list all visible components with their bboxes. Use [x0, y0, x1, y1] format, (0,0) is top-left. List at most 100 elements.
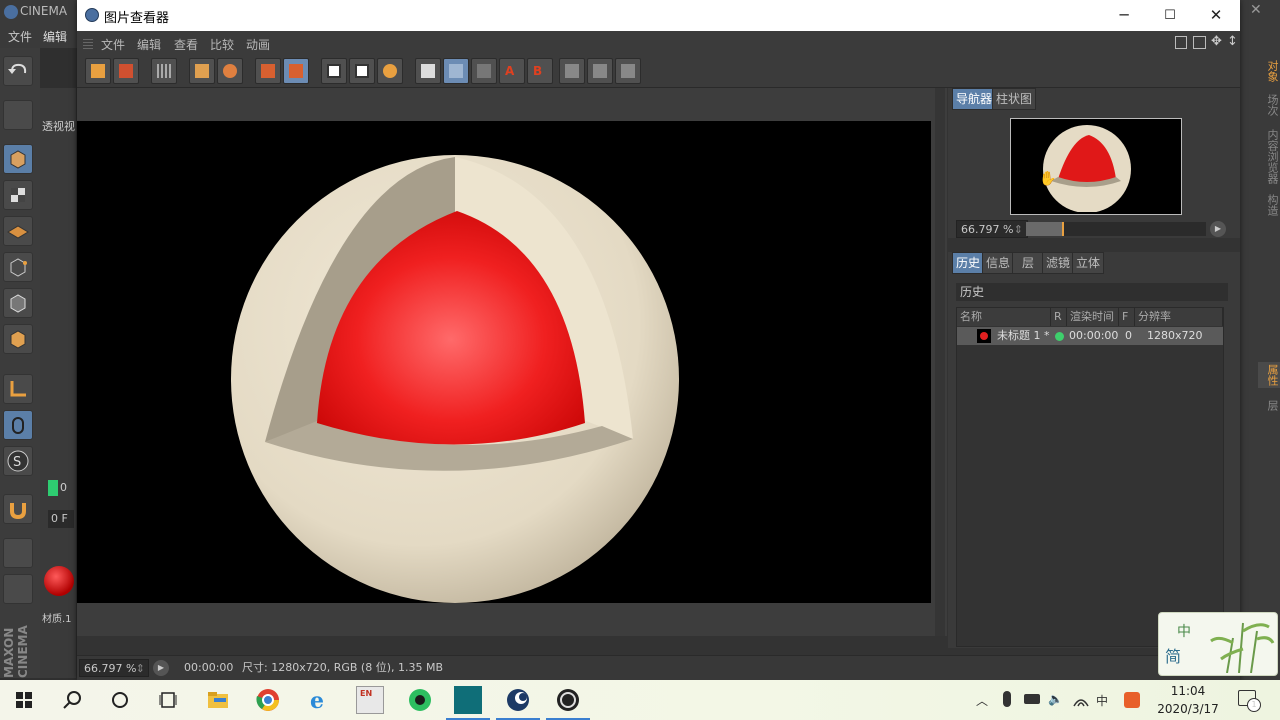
obs-icon[interactable] — [554, 686, 582, 714]
compare-text-icon[interactable] — [471, 58, 497, 84]
ime-widget[interactable]: 中 简 — [1158, 612, 1278, 676]
diff-ab-icon[interactable] — [587, 58, 613, 84]
display-a-icon[interactable] — [321, 58, 347, 84]
display-user-icon[interactable] — [377, 58, 403, 84]
search-icon[interactable] — [58, 686, 86, 714]
move-tool-icon[interactable] — [3, 100, 33, 130]
paste-icon[interactable] — [283, 58, 309, 84]
navigator-zoom-slider[interactable] — [1026, 222, 1206, 236]
col-render-time[interactable]: 渲染时间 — [1067, 308, 1119, 326]
material-preview[interactable] — [44, 566, 74, 596]
frame-field[interactable]: 0 F — [48, 510, 74, 528]
battery-icon[interactable] — [1024, 694, 1040, 704]
tab-history[interactable]: 历史 — [952, 252, 985, 274]
save-icon[interactable] — [113, 58, 139, 84]
render-region-icon[interactable] — [189, 58, 215, 84]
bg-close-icon[interactable]: ✕ — [1250, 2, 1262, 18]
window-titlebar[interactable]: 图片查看器 ─ ☐ ✕ — [77, 0, 1240, 31]
magnet-icon[interactable] — [3, 494, 33, 524]
cinema4d-taskbar-icon[interactable] — [504, 686, 532, 714]
layout-icon[interactable] — [1175, 36, 1187, 49]
status-zoom-spinner-icon[interactable]: ⇕ — [136, 660, 145, 678]
status-play-icon[interactable]: ▶ — [153, 660, 169, 676]
clock[interactable]: 11:04 2020/3/17 — [1150, 682, 1226, 718]
resize-panel-icon[interactable]: ↕ — [1227, 34, 1238, 49]
evernote-icon[interactable] — [406, 686, 434, 714]
vertical-scrollbar[interactable] — [935, 88, 945, 636]
vtab-attributes[interactable]: 属性 — [1258, 362, 1280, 388]
table-row[interactable]: 未标题 1 * 00:00:00 0 1280x720 — [957, 327, 1223, 345]
zoom-spinner-icon[interactable]: ⇕ — [1014, 221, 1023, 239]
ie-browser-icon[interactable]: e — [306, 686, 334, 714]
menu-edit[interactable]: 编辑 — [137, 36, 161, 53]
tray-expand-icon[interactable]: ︿ — [976, 692, 988, 709]
navigator-zoom-field[interactable]: 66.797 % ⇕ — [956, 220, 1028, 238]
vtab-structure[interactable]: 构造 — [1258, 192, 1280, 218]
tweak-mode-icon[interactable] — [3, 410, 33, 440]
compare-toggle-icon[interactable] — [443, 58, 469, 84]
col-name[interactable]: 名称 — [957, 308, 1051, 326]
input-method-app-icon[interactable]: EN — [356, 686, 384, 714]
set-a-icon[interactable]: A — [499, 58, 525, 84]
minimize-button[interactable]: ─ — [1101, 0, 1147, 31]
menu-file[interactable]: 文件 — [101, 36, 125, 53]
ime-tray-icon[interactable]: 中 — [1096, 692, 1108, 709]
tab-layers[interactable]: 层 — [1012, 252, 1045, 274]
texture-mode-icon[interactable] — [3, 180, 33, 210]
notification-icon[interactable]: 1 — [1238, 690, 1261, 712]
wifi-icon[interactable] — [1072, 690, 1090, 708]
grid-lock-icon[interactable] — [3, 538, 33, 568]
new-panel-icon[interactable] — [1193, 36, 1206, 49]
status-zoom-field[interactable]: 66.797 % ⇕ — [79, 659, 149, 677]
vtab-layers[interactable]: 层 — [1258, 396, 1280, 414]
points-mode-icon[interactable] — [3, 252, 33, 282]
close-button[interactable]: ✕ — [1193, 0, 1239, 31]
open-icon[interactable] — [85, 58, 111, 84]
bg-menu-edit[interactable]: 编辑 — [43, 28, 67, 45]
tab-stereo[interactable]: 立体 — [1072, 252, 1105, 274]
bg-menu-file[interactable]: 文件 — [8, 28, 32, 45]
compare-ab-icon[interactable] — [415, 58, 441, 84]
chrome-icon[interactable] — [254, 686, 282, 714]
ime-simplified-label[interactable]: 简 — [1165, 643, 1181, 667]
tab-filter[interactable]: 滤镜 — [1042, 252, 1075, 274]
tab-histogram[interactable]: 柱状图 — [992, 88, 1037, 110]
render-image[interactable] — [77, 121, 931, 603]
copy-icon[interactable] — [255, 58, 281, 84]
overlay-ab-icon[interactable] — [615, 58, 641, 84]
swap-ab-icon[interactable] — [559, 58, 585, 84]
menu-view[interactable]: 查看 — [174, 36, 198, 53]
axis-icon[interactable] — [3, 374, 33, 404]
sogou-icon[interactable] — [1124, 692, 1140, 708]
tab-info[interactable]: 信息 — [982, 252, 1015, 274]
render-user-icon[interactable] — [217, 58, 243, 84]
microphone-icon[interactable] — [1003, 691, 1011, 707]
volume-icon[interactable]: 🔈 — [1048, 692, 1063, 706]
cortana-icon[interactable] — [106, 686, 134, 714]
menu-compare[interactable]: 比较 — [210, 36, 234, 53]
col-frame[interactable]: F — [1119, 308, 1135, 326]
display-b-icon[interactable] — [349, 58, 375, 84]
move-panel-icon[interactable]: ✥ — [1211, 34, 1222, 49]
ime-chinese-label[interactable]: 中 — [1177, 621, 1191, 641]
play-icon[interactable]: ▶ — [1210, 221, 1226, 237]
col-r[interactable]: R — [1051, 308, 1067, 326]
vtab-content-browser[interactable]: 内容浏览器 — [1258, 126, 1280, 186]
grid-view-icon[interactable] — [151, 58, 177, 84]
maximize-button[interactable]: ☐ — [1147, 0, 1193, 31]
workplane-icon[interactable] — [3, 216, 33, 246]
task-view-icon[interactable] — [154, 686, 182, 714]
undo-icon[interactable] — [3, 56, 33, 86]
polygons-mode-icon[interactable] — [3, 324, 33, 354]
tab-navigator[interactable]: 导航器 — [952, 88, 997, 110]
slider-thumb[interactable] — [1062, 222, 1064, 236]
windows-start-icon[interactable] — [10, 686, 38, 714]
model-mode-icon[interactable] — [3, 144, 33, 174]
snap-icon[interactable]: S — [3, 446, 33, 476]
vtab-objects[interactable]: 对象 — [1258, 58, 1280, 84]
3dsmax-icon[interactable] — [454, 686, 482, 714]
file-explorer-icon[interactable] — [204, 686, 232, 714]
set-b-icon[interactable]: B — [527, 58, 553, 84]
menu-animation[interactable]: 动画 — [246, 36, 270, 53]
col-resolution[interactable]: 分辨率 — [1135, 308, 1223, 326]
